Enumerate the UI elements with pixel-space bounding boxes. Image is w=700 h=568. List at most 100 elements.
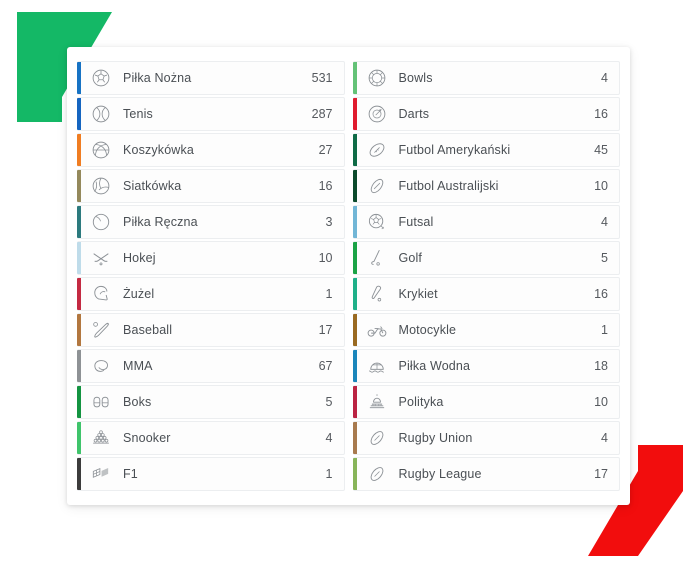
sport-count: 4	[325, 431, 333, 445]
racing-flag-icon	[90, 463, 112, 485]
row-accent-bar	[352, 206, 357, 238]
row-accent-bar	[77, 62, 81, 94]
sport-count: 10	[318, 251, 333, 265]
row-accent-bar	[352, 458, 357, 490]
sport-name: MMA	[123, 359, 153, 373]
sport-count: 17	[318, 323, 333, 337]
sport-name: Piłka Nożna	[123, 71, 192, 85]
futsal-ball-icon	[366, 211, 388, 233]
left-column: Piłka Nożna 531 Tenis 287 Koszykówka 27 Sia…	[77, 61, 345, 491]
sport-count: 45	[594, 143, 608, 157]
sport-name: Koszykówka	[123, 143, 194, 157]
sport-row[interactable]: Boks 5	[77, 385, 345, 419]
motorcycle-icon	[366, 319, 388, 341]
sport-row[interactable]: Futbol Australijski 10	[352, 169, 620, 203]
dartboard-icon	[366, 103, 388, 125]
row-accent-bar	[77, 386, 81, 418]
sports-list-card: Piłka Nożna 531 Tenis 287 Koszykówka 27 Sia…	[67, 47, 630, 505]
rugby-ball-icon	[366, 427, 388, 449]
sport-name: Polityka	[398, 395, 444, 409]
sport-row[interactable]: Piłka Ręczna 3	[77, 205, 345, 239]
tennis-ball-icon	[90, 103, 112, 125]
sport-count: 4	[601, 71, 608, 85]
sport-count: 4	[601, 431, 608, 445]
sport-name: Piłka Ręczna	[123, 215, 198, 229]
sport-name: Hokej	[123, 251, 156, 265]
row-accent-bar	[77, 350, 81, 382]
row-accent-bar	[77, 458, 81, 490]
bowls-ball-icon	[366, 67, 388, 89]
row-accent-bar	[352, 278, 357, 310]
sport-row[interactable]: Futsal 4	[352, 205, 620, 239]
sport-name: Rugby Union	[398, 431, 473, 445]
sport-count: 16	[318, 179, 333, 193]
row-accent-bar	[352, 314, 357, 346]
row-accent-bar	[352, 386, 357, 418]
row-accent-bar	[352, 242, 357, 274]
australian-football-icon	[366, 175, 388, 197]
golf-club-icon	[366, 247, 388, 269]
sport-row[interactable]: Snooker 4	[77, 421, 345, 455]
hockey-sticks-icon	[90, 247, 112, 269]
cricket-bat-icon	[366, 283, 388, 305]
rugby-ball-icon	[366, 463, 388, 485]
sport-count: 1	[601, 323, 608, 337]
sport-name: Futsal	[398, 215, 434, 229]
sport-row[interactable]: Motocykle 1	[352, 313, 620, 347]
sport-name: Futbol Australijski	[398, 179, 499, 193]
sport-row[interactable]: Hokej 10	[77, 241, 345, 275]
sport-row[interactable]: Baseball 17	[77, 313, 345, 347]
sport-row[interactable]: F1 1	[77, 457, 345, 491]
row-accent-bar	[77, 134, 81, 166]
sport-count: 10	[594, 179, 608, 193]
sport-row[interactable]: Żużel 1	[77, 277, 345, 311]
sport-count: 1	[325, 287, 333, 301]
sport-row[interactable]: Siatkówka 16	[77, 169, 345, 203]
capitol-building-icon	[366, 391, 388, 413]
sport-row[interactable]: MMA 67	[77, 349, 345, 383]
sport-count: 16	[594, 107, 608, 121]
row-accent-bar	[77, 422, 81, 454]
sport-count: 1	[325, 467, 333, 481]
sport-row[interactable]: Polityka 10	[352, 385, 620, 419]
sport-count: 5	[601, 251, 608, 265]
row-accent-bar	[77, 206, 81, 238]
sport-count: 67	[318, 359, 333, 373]
snooker-balls-icon	[90, 427, 112, 449]
sport-name: Krykiet	[398, 287, 438, 301]
row-accent-bar	[352, 134, 357, 166]
sport-count: 18	[594, 359, 608, 373]
row-accent-bar	[77, 170, 81, 202]
speedway-helmet-icon	[90, 283, 112, 305]
volleyball-icon	[90, 175, 112, 197]
baseball-bat-icon	[90, 319, 112, 341]
sport-row[interactable]: Piłka Wodna 18	[352, 349, 620, 383]
sport-name: Darts	[398, 107, 430, 121]
sport-row[interactable]: Koszykówka 27	[77, 133, 345, 167]
sport-count: 5	[325, 395, 333, 409]
sport-name: Żużel	[123, 287, 155, 301]
sport-name: Rugby League	[398, 467, 482, 481]
sport-row[interactable]: Tenis 287	[77, 97, 345, 131]
sport-count: 17	[594, 467, 608, 481]
sport-count: 531	[311, 71, 333, 85]
soccer-ball-icon	[90, 67, 112, 89]
sport-row[interactable]: Bowls 4	[352, 61, 620, 95]
sport-count: 3	[325, 215, 333, 229]
row-accent-bar	[77, 242, 81, 274]
row-accent-bar	[352, 62, 357, 94]
sport-count: 10	[594, 395, 608, 409]
sport-row[interactable]: Rugby Union 4	[352, 421, 620, 455]
row-accent-bar	[352, 170, 357, 202]
sport-row[interactable]: Piłka Nożna 531	[77, 61, 345, 95]
sport-name: Siatkówka	[123, 179, 182, 193]
row-accent-bar	[352, 350, 357, 382]
sport-row[interactable]: Golf 5	[352, 241, 620, 275]
sport-name: Futbol Amerykański	[398, 143, 511, 157]
sport-row[interactable]: Krykiet 16	[352, 277, 620, 311]
sport-row[interactable]: Darts 16	[352, 97, 620, 131]
sport-row[interactable]: Futbol Amerykański 45	[352, 133, 620, 167]
handball-icon	[90, 211, 112, 233]
sport-row[interactable]: Rugby League 17	[352, 457, 620, 491]
sport-name: Motocykle	[398, 323, 457, 337]
